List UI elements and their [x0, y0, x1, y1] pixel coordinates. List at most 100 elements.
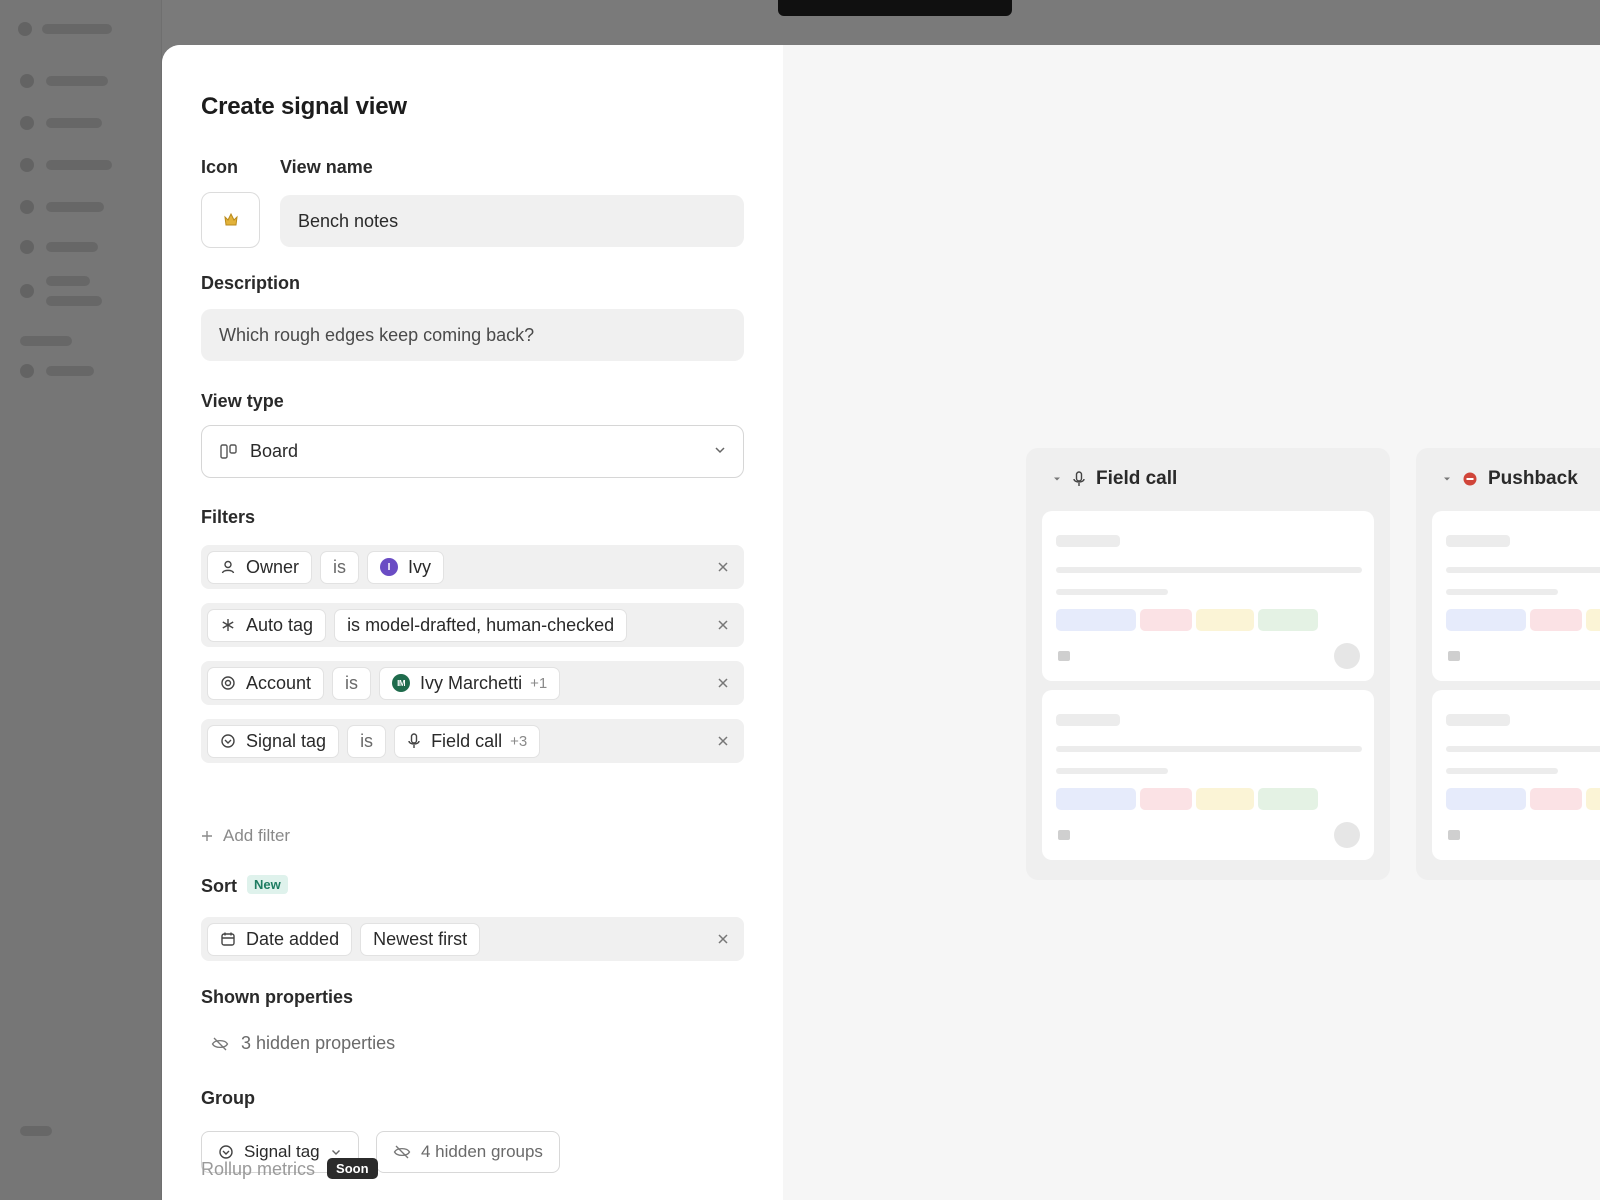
- close-icon: [718, 934, 728, 944]
- skeleton-line: [1056, 535, 1120, 547]
- filter-value-chip[interactable]: is model-drafted, human-checked: [334, 608, 628, 642]
- filters-label: Filters: [201, 507, 256, 527]
- filter-operator-chip[interactable]: is: [320, 550, 360, 584]
- asterisk-icon: [220, 617, 236, 633]
- filter-value-label: Field call: [431, 730, 503, 751]
- filter-value-chip[interactable]: Field call +3: [394, 724, 541, 758]
- filter-operator-chip[interactable]: is: [347, 724, 387, 758]
- description-label: Description: [201, 273, 301, 293]
- filter-value-chip[interactable]: IM Ivy Marchetti +1: [379, 666, 561, 700]
- filter-operator-chip[interactable]: is: [332, 666, 372, 700]
- hidden-properties-label: 3 hidden properties: [241, 1033, 396, 1053]
- rollup-metrics-text: Rollup metrics: [201, 1159, 316, 1179]
- skeleton-tag: [1586, 609, 1600, 631]
- avatar: I: [380, 558, 399, 576]
- sort-field-chip[interactable]: Date added: [207, 922, 353, 956]
- remove-filter-button[interactable]: [714, 732, 732, 750]
- view-type-value: Board: [250, 441, 299, 461]
- mic-icon: [407, 733, 421, 749]
- skeleton-line: [1056, 746, 1362, 752]
- tag-circle-icon: [220, 733, 236, 749]
- placeholder-card: [1432, 690, 1600, 860]
- close-icon: [718, 678, 728, 688]
- hidden-groups-label: 4 hidden groups: [421, 1142, 543, 1161]
- skeleton-tag: [1258, 788, 1318, 810]
- sort-row: Date added Newest first: [201, 917, 744, 961]
- comment-icon: [1448, 830, 1460, 840]
- view-name-input[interactable]: Bench notes: [280, 195, 744, 247]
- filter-row-auto-tag: Auto tag is model-drafted, human-checked: [201, 603, 744, 647]
- remove-filter-button[interactable]: [714, 558, 732, 576]
- comment-icon: [1058, 651, 1070, 661]
- board-column-pushback: Pushback: [1416, 448, 1600, 880]
- column-header[interactable]: Pushback: [1442, 468, 1578, 490]
- placeholder-card: [1042, 511, 1374, 681]
- skeleton-tag: [1196, 609, 1254, 631]
- sort-field-label: Date added: [246, 928, 340, 949]
- column-header[interactable]: Field call: [1052, 468, 1177, 490]
- filter-field-chip[interactable]: Signal tag: [207, 724, 340, 758]
- close-icon: [718, 736, 728, 746]
- view-type-select[interactable]: Board: [201, 425, 744, 478]
- placeholder-card: [1432, 511, 1600, 681]
- skeleton-tag: [1056, 609, 1136, 631]
- person-icon: [220, 559, 236, 575]
- skeleton-tag: [1056, 788, 1136, 810]
- avatar: [1334, 822, 1360, 848]
- skeleton-line: [1056, 714, 1120, 726]
- skeleton-tag: [1586, 788, 1600, 810]
- icon-label: Icon: [201, 157, 239, 177]
- icon-picker-button[interactable]: [201, 192, 260, 248]
- skeleton-tag: [1140, 609, 1192, 631]
- filter-extra-count: +3: [510, 732, 528, 750]
- comment-icon: [1058, 830, 1070, 840]
- sort-order-chip[interactable]: Newest first: [360, 922, 481, 956]
- filter-row-account: Account is IM Ivy Marchetti +1: [201, 661, 744, 705]
- filter-field-chip[interactable]: Auto tag: [207, 608, 327, 642]
- skeleton-line: [1446, 589, 1558, 595]
- filter-field-label: Signal tag: [246, 730, 327, 751]
- remove-filter-button[interactable]: [714, 616, 732, 634]
- add-filter-button[interactable]: Add filter: [201, 826, 290, 846]
- sort-label-text: Sort: [201, 876, 237, 896]
- filter-field-chip[interactable]: Account: [207, 666, 325, 700]
- board-preview: Field call Pushback: [783, 45, 1600, 1200]
- filter-field-chip[interactable]: Owner: [207, 550, 313, 584]
- create-signal-view-modal: Create signal view Icon View name Bench …: [162, 45, 1600, 1200]
- chevron-down-icon: [715, 447, 725, 454]
- group-label: Group: [201, 1088, 255, 1108]
- filter-value-label: Ivy: [408, 556, 432, 577]
- view-name-label: View name: [280, 157, 373, 177]
- filter-row-signal-tag: Signal tag is Field call +3: [201, 719, 744, 763]
- chevron-down-icon: [1444, 477, 1450, 481]
- hidden-groups-button[interactable]: 4 hidden groups: [376, 1131, 560, 1173]
- add-filter-label: Add filter: [223, 826, 291, 845]
- avatar: IM: [392, 674, 411, 692]
- skeleton-tag: [1446, 609, 1526, 631]
- skeleton-line: [1446, 567, 1600, 573]
- remove-filter-button[interactable]: [714, 674, 732, 692]
- comment-icon: [1448, 651, 1460, 661]
- plus-icon: [202, 831, 212, 841]
- skeleton-tag: [1530, 788, 1582, 810]
- filter-value-label: Ivy Marchetti: [420, 672, 523, 693]
- placeholder-card: [1042, 690, 1374, 860]
- eye-off-icon: [393, 1145, 411, 1159]
- description-input[interactable]: Which rough edges keep coming back?: [201, 309, 744, 361]
- remove-sort-button[interactable]: [714, 930, 732, 948]
- modal-title: Create signal view: [201, 93, 407, 120]
- hidden-properties-button[interactable]: 3 hidden properties: [211, 1033, 395, 1054]
- filter-extra-count: +1: [530, 674, 548, 692]
- skeleton-line: [1056, 589, 1168, 595]
- view-type-label: View type: [201, 391, 284, 411]
- eye-off-icon: [211, 1037, 229, 1050]
- filter-value-chip[interactable]: I Ivy: [367, 550, 445, 584]
- board-icon: [220, 443, 238, 461]
- filter-field-label: Auto tag: [246, 614, 314, 635]
- skeleton-tag: [1258, 609, 1318, 631]
- mic-icon: [1073, 471, 1085, 486]
- close-icon: [718, 620, 728, 630]
- filter-field-label: Account: [246, 672, 312, 693]
- skeleton-line: [1056, 567, 1362, 573]
- calendar-icon: [220, 931, 236, 947]
